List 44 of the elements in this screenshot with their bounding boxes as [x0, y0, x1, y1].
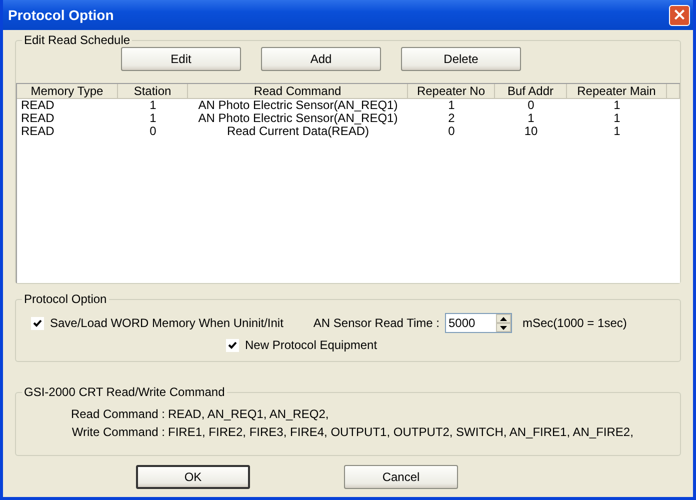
table-cell-text: READ [20, 99, 56, 112]
table-cell-text: 0 [526, 99, 536, 112]
action-button[interactable]: Delete [401, 47, 521, 71]
column-header[interactable]: Repeater No [408, 84, 495, 99]
action-button[interactable]: Edit [121, 47, 241, 71]
table-cell-text: 0 [148, 125, 158, 138]
checkbox-label: Save/Load WORD Memory When Uninit/Init [50, 316, 284, 330]
close-button[interactable]: × [669, 4, 690, 26]
table-cell-text: AN Photo Electric Sensor(AN_REQ1) [197, 99, 399, 112]
field-label: AN Sensor Read Time : [313, 316, 440, 330]
table-cell-text: 10 [523, 125, 539, 138]
table-cell-text: READ [20, 112, 56, 125]
table-cell-text: 0 [447, 125, 456, 138]
table-cell-text: Read Current Data(READ) [226, 125, 370, 138]
ok-button[interactable]: OK [136, 465, 250, 489]
column-header[interactable]: Read Command [188, 84, 408, 99]
command-label: Write Command : [70, 425, 165, 439]
table-cell-text: 1 [447, 99, 456, 112]
table-cell-text: 1 [148, 99, 158, 112]
column-header[interactable]: Buf Addr [495, 84, 567, 99]
group-title: Edit Read Schedule [22, 33, 132, 47]
group-title: Protocol Option [22, 292, 109, 306]
column-header[interactable]: Repeater Main [567, 84, 667, 99]
table-cell-text: 1 [526, 112, 536, 125]
command-list: READ, AN_REQ1, AN_REQ2, [168, 407, 329, 421]
table-cell-text: 1 [612, 112, 622, 125]
checkbox[interactable] [31, 316, 44, 330]
cancel-button[interactable]: Cancel [344, 465, 458, 489]
command-label: Read Command : [70, 407, 165, 421]
table-cell-text: READ [20, 125, 56, 138]
table-cell-text: 1 [612, 125, 622, 138]
table-cell-text: 2 [447, 112, 456, 125]
checkbox-label: New Protocol Equipment [245, 338, 378, 352]
command-list: FIRE1, FIRE2, FIRE3, FIRE4, OUTPUT1, OUTPUT2, SWITCH, AN_FIRE1, AN_FIRE2, [168, 425, 634, 439]
table-cell-text: AN Photo Electric Sensor(AN_REQ1) [197, 112, 399, 125]
unit-label: mSec(1000 = 1sec) [522, 316, 627, 330]
column-header[interactable]: Station [118, 84, 188, 99]
column-header[interactable]: Memory Type [17, 84, 118, 99]
window-title: Protocol Option [8, 7, 114, 23]
group-title: GSI-2000 CRT Read/Write Command [22, 385, 227, 399]
table-cell-text: 1 [612, 99, 622, 112]
checkbox[interactable] [226, 338, 239, 352]
table-cell-text: 1 [148, 112, 158, 125]
action-button[interactable]: Add [261, 47, 381, 71]
